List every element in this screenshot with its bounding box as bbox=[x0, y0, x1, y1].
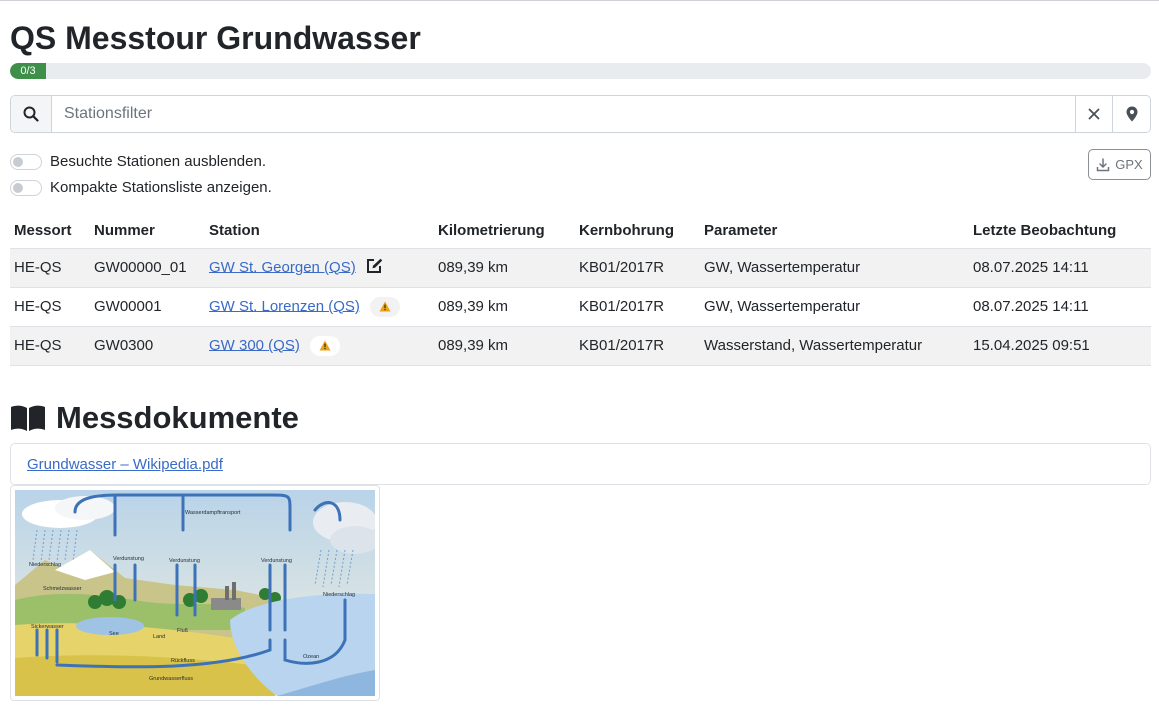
cell-parameter: GW, Wassertemperatur bbox=[700, 248, 969, 288]
cell-kernbohrung: KB01/2017R bbox=[575, 287, 700, 327]
cell-kilometrierung: 089,39 km bbox=[434, 248, 575, 288]
station-link[interactable]: GW St. Lorenzen (QS) bbox=[209, 297, 360, 314]
column-header-kilometrierung: Kilometrierung bbox=[434, 214, 575, 249]
download-icon bbox=[1097, 157, 1110, 171]
station-filter bbox=[10, 95, 1151, 133]
cell-kernbohrung: KB01/2017R bbox=[575, 326, 700, 366]
document-thumbnail[interactable]: Wasserdampftransport Niederschlag Verdun… bbox=[10, 485, 380, 701]
hide-visited-toggle-row: Besuchte Stationen ausblenden. bbox=[10, 153, 266, 170]
cell-nummer: GW00001 bbox=[90, 287, 205, 327]
warning-icon bbox=[310, 335, 341, 356]
cell-kernbohrung: KB01/2017R bbox=[575, 248, 700, 288]
document-link[interactable]: Grundwasser – Wikipedia.pdf bbox=[27, 456, 223, 473]
label-sickerwasser: Sickerwasser bbox=[31, 624, 64, 630]
column-header-parameter: Parameter bbox=[700, 214, 969, 249]
cell-station: GW St. Georgen (QS) bbox=[205, 248, 434, 288]
cell-nummer: GW0300 bbox=[90, 326, 205, 366]
label-see: See bbox=[109, 631, 119, 637]
compact-list-switch[interactable] bbox=[10, 179, 42, 196]
label-transport: Wasserdampftransport bbox=[185, 510, 241, 516]
station-table: Messort Nummer Station Kilometrierung Ke… bbox=[10, 214, 1151, 366]
table-row[interactable]: HE-QS GW0300 GW 300 (QS) 089,39 km KB01/… bbox=[10, 326, 1151, 366]
cell-messort: HE-QS bbox=[10, 248, 90, 288]
hide-visited-label: Besuchte Stationen ausblenden. bbox=[50, 153, 266, 170]
cell-parameter: GW, Wassertemperatur bbox=[700, 287, 969, 327]
column-header-station: Station bbox=[205, 214, 434, 249]
label-niederschlag-left: Niederschlag bbox=[29, 562, 61, 568]
documents-heading: Messdokumente bbox=[10, 398, 299, 438]
book-icon bbox=[11, 405, 45, 431]
label-verdunstung-3: Verdunstung bbox=[261, 558, 292, 564]
compact-list-toggle-row: Kompakte Stationsliste anzeigen. bbox=[10, 179, 272, 196]
cell-parameter: Wasserstand, Wassertemperatur bbox=[700, 326, 969, 366]
warning-icon bbox=[370, 296, 401, 317]
progress-bar: 0/3 bbox=[10, 63, 1151, 79]
column-header-nummer: Nummer bbox=[90, 214, 205, 249]
gpx-download-button[interactable]: GPX bbox=[1088, 149, 1151, 180]
document-card: Grundwasser – Wikipedia.pdf bbox=[10, 443, 1151, 485]
cell-messort: HE-QS bbox=[10, 287, 90, 327]
label-grundwasserfluss: Grundwasserfluss bbox=[149, 676, 193, 682]
label-rueckfluss: Rückfluss bbox=[171, 658, 195, 664]
clear-filter-button[interactable] bbox=[1075, 96, 1112, 132]
column-header-letzte-beobachtung: Letzte Beobachtung bbox=[969, 214, 1151, 249]
gpx-label: GPX bbox=[1115, 157, 1143, 172]
water-cycle-diagram: Wasserdampftransport Niederschlag Verdun… bbox=[15, 490, 375, 696]
column-header-kernbohrung: Kernbohrung bbox=[575, 214, 700, 249]
cell-nummer: GW00000_01 bbox=[90, 248, 205, 288]
page-title: QS Messtour Grundwasser bbox=[10, 20, 421, 56]
label-fluss: Fluß bbox=[177, 628, 189, 634]
compact-list-label: Kompakte Stationsliste anzeigen. bbox=[50, 179, 272, 196]
label-ozean: Ozean bbox=[303, 654, 319, 660]
station-filter-input[interactable] bbox=[52, 96, 1075, 132]
cell-letzte-beobachtung: 08.07.2025 14:11 bbox=[969, 287, 1151, 327]
close-icon bbox=[1088, 108, 1100, 120]
location-button[interactable] bbox=[1112, 96, 1150, 132]
hide-visited-switch[interactable] bbox=[10, 153, 42, 170]
progress-fill: 0/3 bbox=[10, 63, 46, 79]
cell-letzte-beobachtung: 15.04.2025 09:51 bbox=[969, 326, 1151, 366]
cell-station: GW St. Lorenzen (QS) bbox=[205, 287, 434, 327]
search-icon bbox=[11, 96, 52, 132]
table-row[interactable]: HE-QS GW00001 GW St. Lorenzen (QS) 089,3… bbox=[10, 287, 1151, 327]
label-verdunstung-2: Verdunstung bbox=[169, 558, 200, 564]
label-schmelzwasser: Schmelzwasser bbox=[43, 586, 82, 592]
cell-kilometrierung: 089,39 km bbox=[434, 326, 575, 366]
station-link[interactable]: GW St. Georgen (QS) bbox=[209, 258, 356, 275]
label-land: Land bbox=[153, 634, 165, 640]
label-verdunstung-1: Verdunstung bbox=[113, 556, 144, 562]
table-row[interactable]: HE-QS GW00000_01 GW St. Georgen (QS) 089… bbox=[10, 248, 1151, 288]
edit-icon[interactable] bbox=[366, 258, 383, 278]
cell-messort: HE-QS bbox=[10, 326, 90, 366]
cell-kilometrierung: 089,39 km bbox=[434, 287, 575, 327]
map-pin-icon bbox=[1126, 106, 1137, 122]
cell-station: GW 300 (QS) bbox=[205, 326, 434, 366]
label-niederschlag-right: Niederschlag bbox=[323, 592, 355, 598]
column-header-messort: Messort bbox=[10, 214, 90, 249]
top-divider bbox=[0, 0, 1159, 1]
station-link[interactable]: GW 300 (QS) bbox=[209, 336, 300, 353]
table-header-row: Messort Nummer Station Kilometrierung Ke… bbox=[10, 214, 1151, 249]
cell-letzte-beobachtung: 08.07.2025 14:11 bbox=[969, 248, 1151, 288]
documents-heading-text: Messdokumente bbox=[56, 400, 299, 435]
